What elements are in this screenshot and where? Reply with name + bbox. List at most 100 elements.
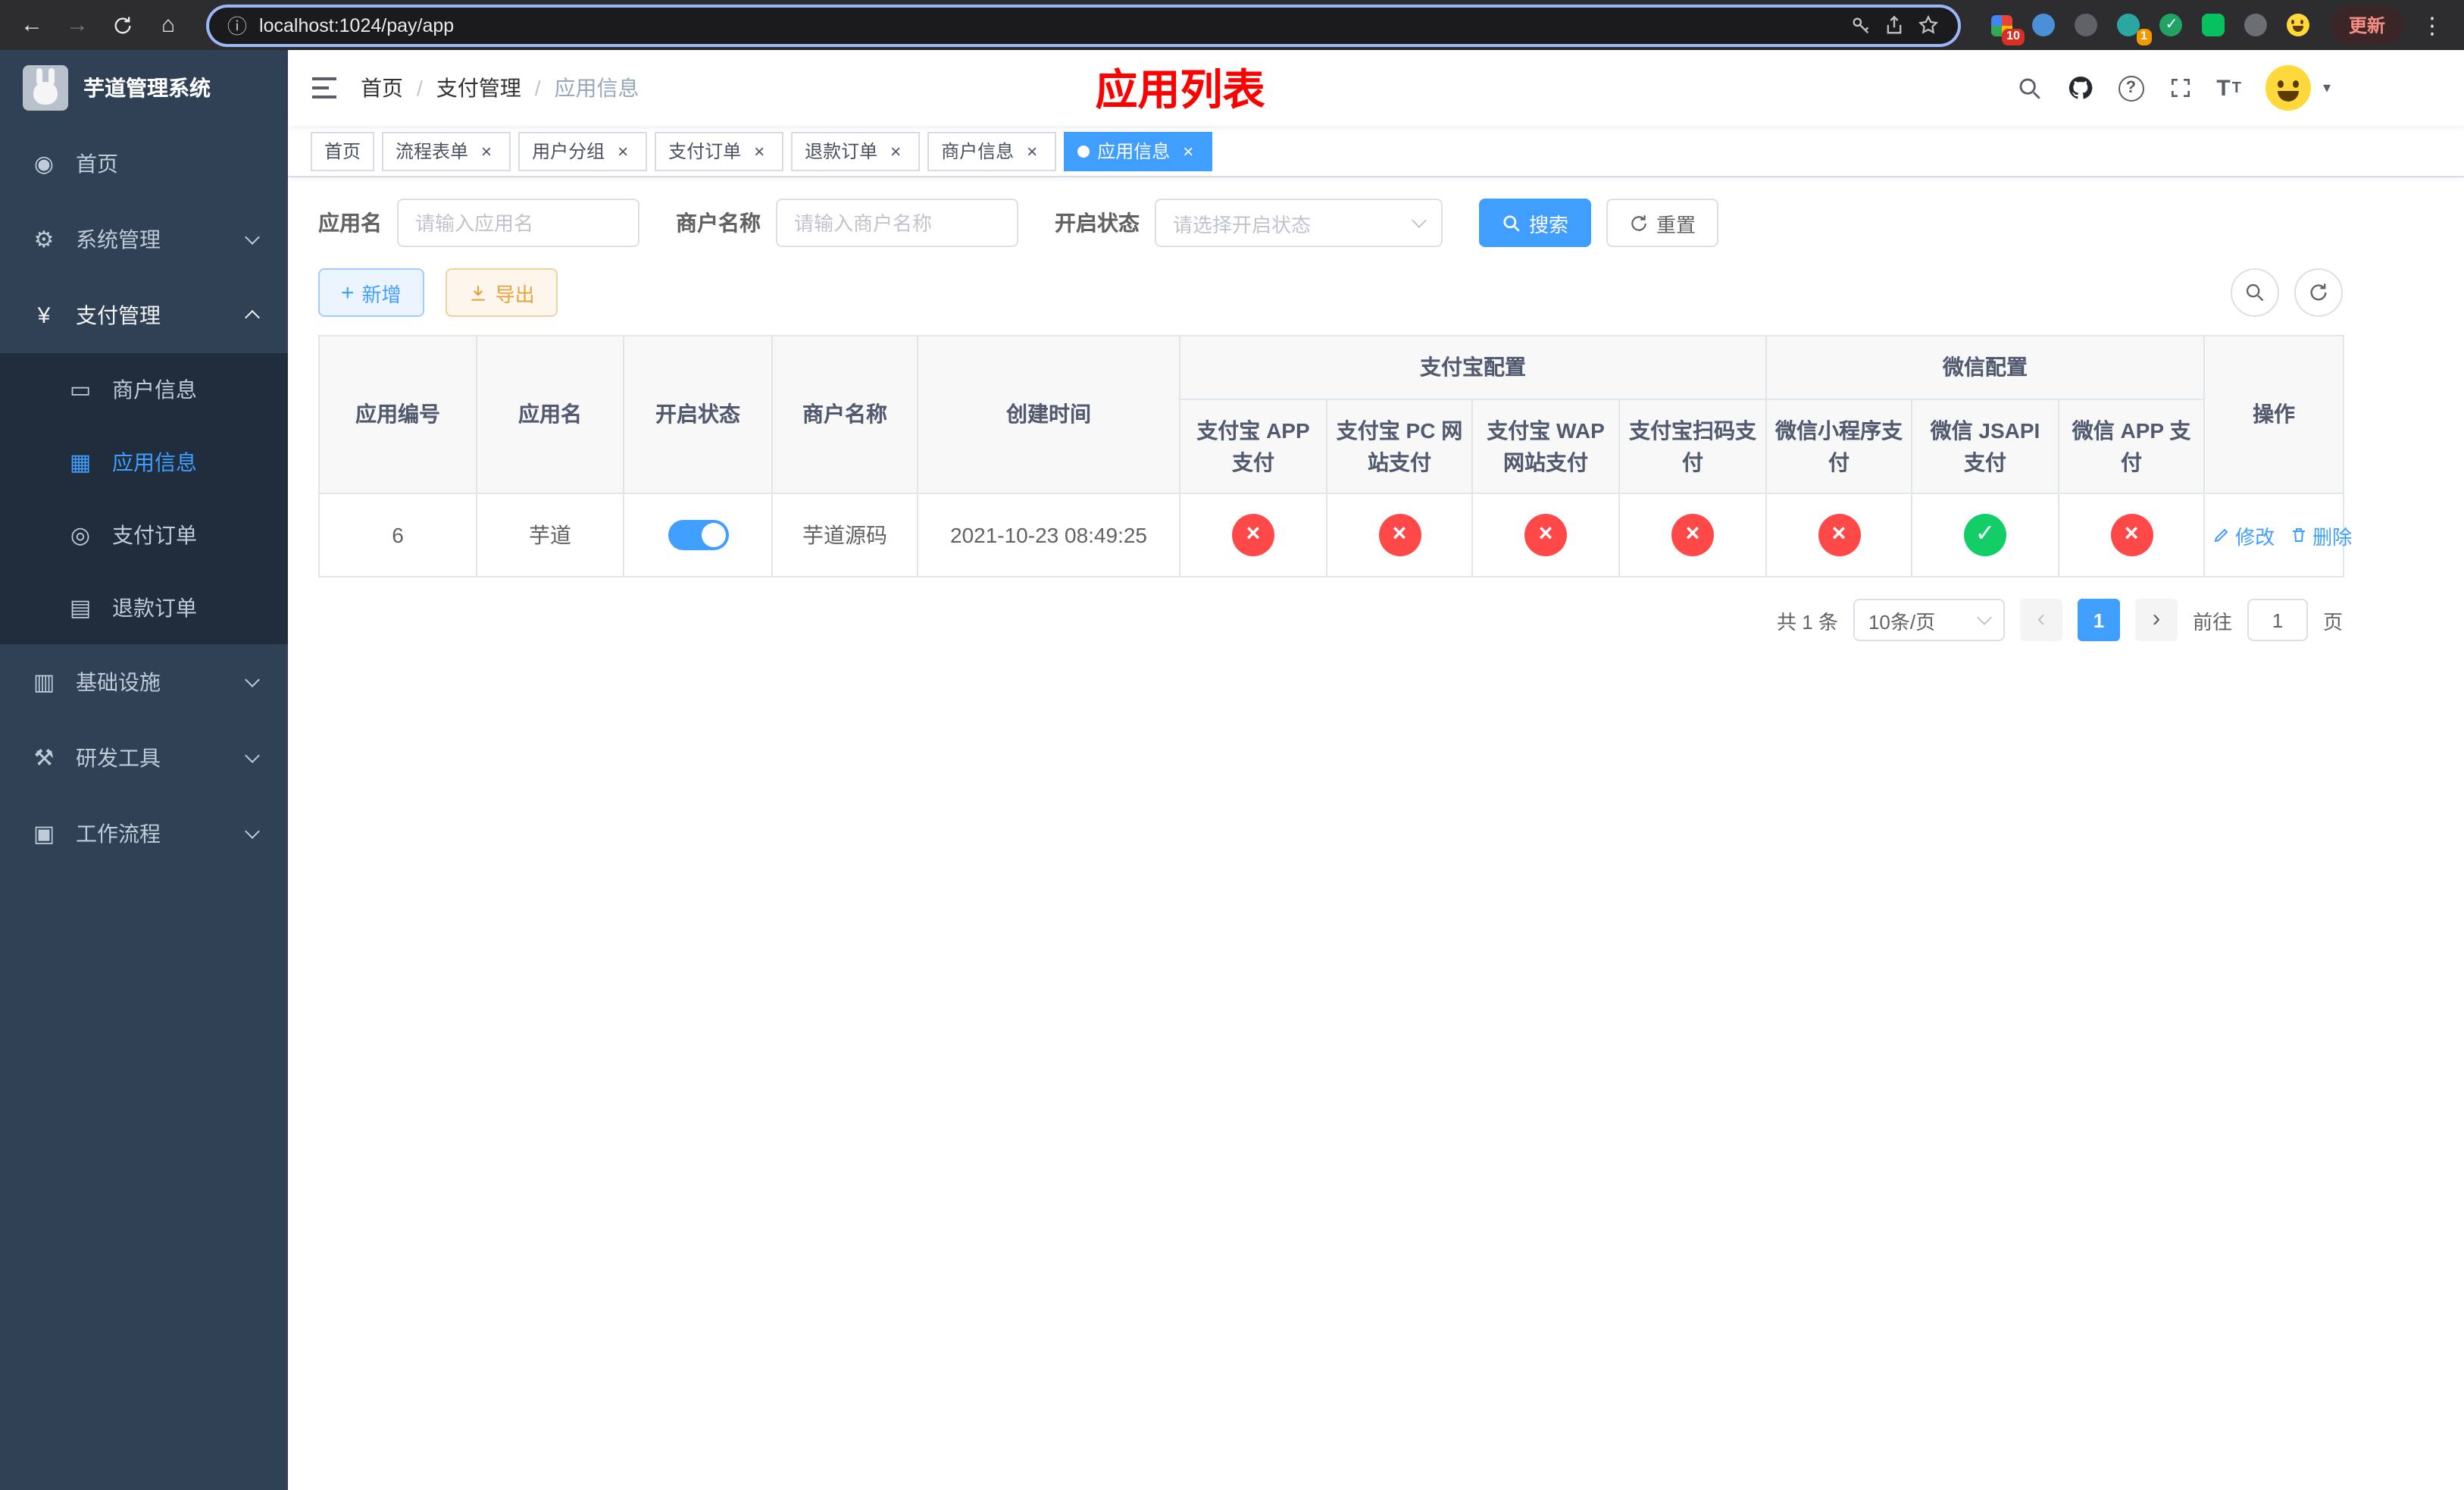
tab-label: 退款订单: [805, 141, 878, 162]
extension-apps-icon[interactable]: 10: [1988, 11, 2025, 45]
sidebar-item-home[interactable]: ◉ 首页: [0, 126, 288, 202]
share-icon[interactable]: [1884, 14, 1905, 36]
address-bar[interactable]: ⓘ localhost:1024/pay/app: [209, 7, 1958, 43]
help-icon[interactable]: ?: [2118, 75, 2144, 101]
tab-refund-order[interactable]: 退款订单 ×: [791, 131, 921, 171]
tab-user-group[interactable]: 用户分组 ×: [518, 131, 648, 171]
export-button[interactable]: 导出: [445, 268, 558, 317]
chevron-down-icon: [245, 824, 260, 839]
channel-status-icon: ×: [1818, 514, 1860, 556]
extension-badge: 10: [2002, 28, 2025, 45]
app-name-input[interactable]: [397, 199, 639, 247]
edit-button[interactable]: 修改: [2212, 521, 2275, 549]
browser-forward-icon[interactable]: →: [61, 8, 94, 42]
close-icon[interactable]: ×: [749, 140, 770, 161]
col-alipay-qr: 支付宝扫码支付: [1618, 399, 1767, 494]
sidebar-item-dev-tools[interactable]: ⚒ 研发工具: [0, 720, 288, 796]
user-avatar[interactable]: [2265, 65, 2311, 111]
tab-pay-order[interactable]: 支付订单 ×: [655, 131, 784, 171]
merchant-name-input[interactable]: [776, 199, 1018, 247]
delete-label: 删除: [2312, 525, 2353, 548]
extension-dark-icon[interactable]: [2073, 11, 2100, 39]
channel-status-icon: ×: [1524, 514, 1567, 556]
browser-menu-icon[interactable]: ⋮: [2416, 8, 2449, 42]
add-button[interactable]: + 新增: [318, 268, 424, 317]
browser-home-icon[interactable]: ⌂: [152, 8, 185, 42]
tab-merchant-info[interactable]: 商户信息 ×: [927, 131, 1057, 171]
refresh-table-button[interactable]: [2294, 268, 2343, 317]
app-name-label: 应用名: [318, 211, 382, 235]
group-alipay-config: 支付宝配置: [1179, 335, 1767, 400]
next-page-button[interactable]: ›: [2134, 599, 2178, 641]
toolbox-icon: ⚒: [33, 746, 55, 772]
sidebar-item-payment[interactable]: ¥ 支付管理: [0, 277, 288, 353]
tabs-bar: 首页 流程表单 × 用户分组 × 支付订单 × 退款订单 × 商户信息 × 应用信息 ×: [288, 126, 2464, 177]
wechat-square-icon: [2202, 14, 2225, 36]
tab-process-form[interactable]: 流程表单 ×: [382, 131, 511, 171]
sidebar-item-system[interactable]: ⚙ 系统管理: [0, 202, 288, 277]
chevron-down-icon: [1977, 610, 1992, 625]
tab-app-info[interactable]: 应用信息 ×: [1064, 131, 1213, 171]
extension-drop-icon[interactable]: [2031, 11, 2058, 39]
page-1-button[interactable]: 1: [2077, 599, 2120, 641]
app-logo[interactable]: 芋道管理系统: [0, 50, 288, 126]
extension-profile-icon[interactable]: 1: [2115, 11, 2152, 45]
extension-check-icon[interactable]: ✓: [2158, 11, 2185, 39]
close-icon[interactable]: ×: [1021, 140, 1043, 161]
cell-alipay-qr: ×: [1618, 493, 1767, 578]
goto-page-input[interactable]: [2247, 599, 2308, 641]
extension-wechat-icon[interactable]: [2200, 11, 2228, 39]
page-size-select[interactable]: 10条/页: [1853, 599, 2005, 641]
close-icon[interactable]: ×: [476, 140, 497, 161]
app-title: 芋道管理系统: [83, 76, 211, 100]
sidebar-item-workflow[interactable]: ▣ 工作流程: [0, 796, 288, 872]
extension-puzzle-icon[interactable]: [2243, 11, 2270, 39]
page-title: 应用列表: [1095, 67, 1265, 114]
sidebar-item-infrastructure[interactable]: ▥ 基础设施: [0, 644, 288, 720]
dark-circle-icon: [2075, 14, 2098, 36]
close-icon[interactable]: ×: [885, 140, 906, 161]
bookmark-star-icon[interactable]: [1917, 14, 1940, 36]
github-icon[interactable]: [2066, 74, 2093, 102]
sidebar-item-label: 应用信息: [112, 450, 197, 474]
sidebar-item-merchant-info[interactable]: ▭ 商户信息: [0, 353, 288, 426]
payment-submenu: ▭ 商户信息 ▦ 应用信息 ◎ 支付订单 ▤ 退款订单: [0, 353, 288, 644]
tab-label: 流程表单: [396, 141, 469, 162]
chrome-update-button[interactable]: 更新: [2330, 6, 2403, 44]
status-select[interactable]: 请选择开启状态: [1155, 199, 1443, 247]
reset-button-label: 重置: [1656, 213, 1696, 236]
tab-label: 用户分组: [532, 141, 605, 162]
breadcrumb-home[interactable]: 首页: [361, 73, 403, 103]
reset-button[interactable]: 重置: [1606, 199, 1719, 247]
close-icon[interactable]: ×: [1177, 140, 1199, 161]
sidebar-item-app-info[interactable]: ▦ 应用信息: [0, 426, 288, 499]
avatar-caret-icon[interactable]: ▾: [2323, 80, 2331, 96]
hamburger-icon[interactable]: [288, 76, 361, 100]
prev-page-button[interactable]: ‹: [2019, 599, 2062, 641]
browser-reload-icon[interactable]: [106, 8, 139, 42]
sidebar-item-pay-order[interactable]: ◎ 支付订单: [0, 499, 288, 571]
cell-merchant: 芋道源码: [771, 493, 918, 578]
status-toggle[interactable]: [668, 520, 728, 550]
tab-label: 商户信息: [941, 141, 1015, 162]
toggle-knob: [701, 523, 725, 547]
password-key-icon[interactable]: [1850, 14, 1871, 36]
delete-button[interactable]: 删除: [2290, 521, 2352, 549]
browser-back-icon[interactable]: ←: [15, 8, 48, 42]
search-icon[interactable]: [2016, 75, 2042, 101]
font-size-icon[interactable]: TT: [2216, 75, 2241, 101]
extension-emoji-icon[interactable]: [2285, 11, 2312, 39]
sidebar-item-label: 商户信息: [112, 377, 197, 402]
sidebar-item-refund-order[interactable]: ▤ 退款订单: [0, 571, 288, 644]
site-info-icon[interactable]: ⓘ: [227, 11, 247, 39]
fullscreen-icon[interactable]: [2168, 76, 2192, 100]
sidebar-item-label: 工作流程: [76, 822, 161, 846]
search-button[interactable]: 搜索: [1479, 199, 1592, 247]
page-size-value: 10条/页: [1868, 610, 1936, 633]
toggle-search-button[interactable]: [2231, 268, 2279, 317]
tab-home[interactable]: 首页: [311, 131, 375, 171]
sidebar: 芋道管理系统 ◉ 首页 ⚙ 系统管理 ¥ 支付管理 ▭ 商户信息 ▦ 应用信息 …: [0, 50, 288, 1490]
close-icon[interactable]: ×: [612, 140, 633, 161]
app-table: 应用编号 应用名 开启状态 商户名称 创建时间 支付宝配置 微信配置 操作 支付…: [318, 335, 2352, 578]
breadcrumb-payment[interactable]: 支付管理: [436, 73, 521, 103]
